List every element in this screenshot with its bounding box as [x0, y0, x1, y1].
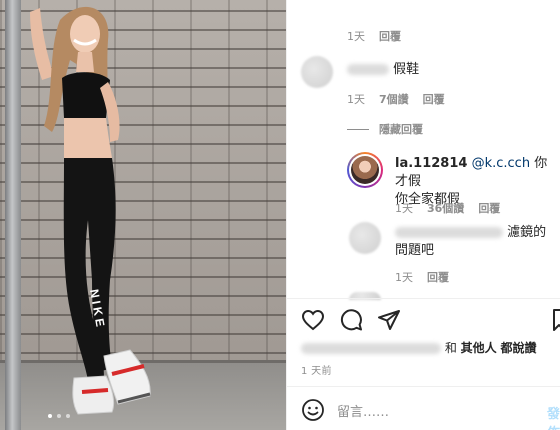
avatar-image [351, 156, 379, 184]
heart-icon[interactable] [301, 308, 325, 332]
post-button[interactable]: 發佈 [547, 403, 560, 430]
reply-button[interactable]: 回覆 [423, 91, 445, 107]
divider [287, 386, 560, 387]
post-photo[interactable]: NIKE [0, 0, 286, 430]
carousel-dot [66, 414, 70, 418]
comment-meta: 1天 回覆 [395, 269, 449, 285]
comment-username[interactable]: la.112814 [395, 156, 467, 171]
likes-suffix: 都說讚 [500, 341, 537, 355]
comment-icon[interactable] [339, 308, 363, 332]
divider [287, 298, 560, 299]
avatar[interactable] [349, 222, 381, 254]
likes-others-link[interactable]: 其他人 [461, 341, 497, 355]
comment-meta: 1天 36個讚 回覆 [395, 200, 500, 216]
comment-body: 濾鏡的 [507, 225, 547, 240]
add-comment-bar: 留言…… [301, 398, 389, 422]
post-timestamp: 1 天前 [301, 366, 332, 377]
action-bar [301, 308, 401, 332]
hide-replies-label: 隱藏回覆 [379, 123, 423, 136]
carousel-dots [48, 414, 70, 418]
avatar[interactable] [301, 56, 333, 88]
reply-button[interactable]: 回覆 [379, 28, 401, 44]
woman-figure: NIKE [30, 6, 151, 415]
comment-likes[interactable]: 36個讚 [427, 200, 464, 216]
comment-time: 1天 [395, 202, 413, 215]
comment-input[interactable]: 留言…… [337, 401, 389, 420]
carousel-dot-active [48, 414, 52, 418]
comment-time: 1天 [347, 30, 365, 43]
liker-names-blurred[interactable] [301, 343, 441, 354]
comment-time: 1天 [395, 271, 413, 284]
bookmark-icon[interactable] [553, 308, 560, 332]
reply-button[interactable]: 回覆 [427, 269, 449, 285]
hide-replies-button[interactable]: 隱藏回覆 [347, 121, 423, 137]
divider-line [347, 128, 369, 130]
likes-summary: 和 其他人 都說讚 [301, 340, 537, 356]
emoji-icon[interactable] [301, 398, 325, 422]
avatar[interactable] [347, 152, 383, 188]
comment-likes[interactable]: 7個讚 [379, 91, 409, 107]
comment-body: 假鞋 [393, 62, 420, 77]
reply-button[interactable]: 回覆 [478, 200, 500, 216]
username-blurred[interactable] [395, 227, 503, 238]
comments-panel: 1天 回覆 假鞋 1天 7個讚 回覆 隱藏回覆 la.112814 @k.c.c… [286, 0, 560, 430]
comment-text: 假鞋 [347, 61, 419, 79]
likes-connector: 和 [444, 341, 457, 355]
comment-time: 1天 [347, 93, 365, 106]
share-icon[interactable] [377, 308, 401, 332]
comment-body-line2: 問題吧 [395, 243, 435, 258]
comment-meta: 1天 回覆 [347, 28, 401, 44]
comment-meta: 1天 7個讚 回覆 [347, 91, 445, 107]
username-blurred[interactable] [347, 64, 389, 75]
carousel-dot [57, 414, 61, 418]
comment-text: 濾鏡的 問題吧 [395, 224, 546, 260]
comment-mention[interactable]: @k.c.cch [472, 156, 530, 171]
